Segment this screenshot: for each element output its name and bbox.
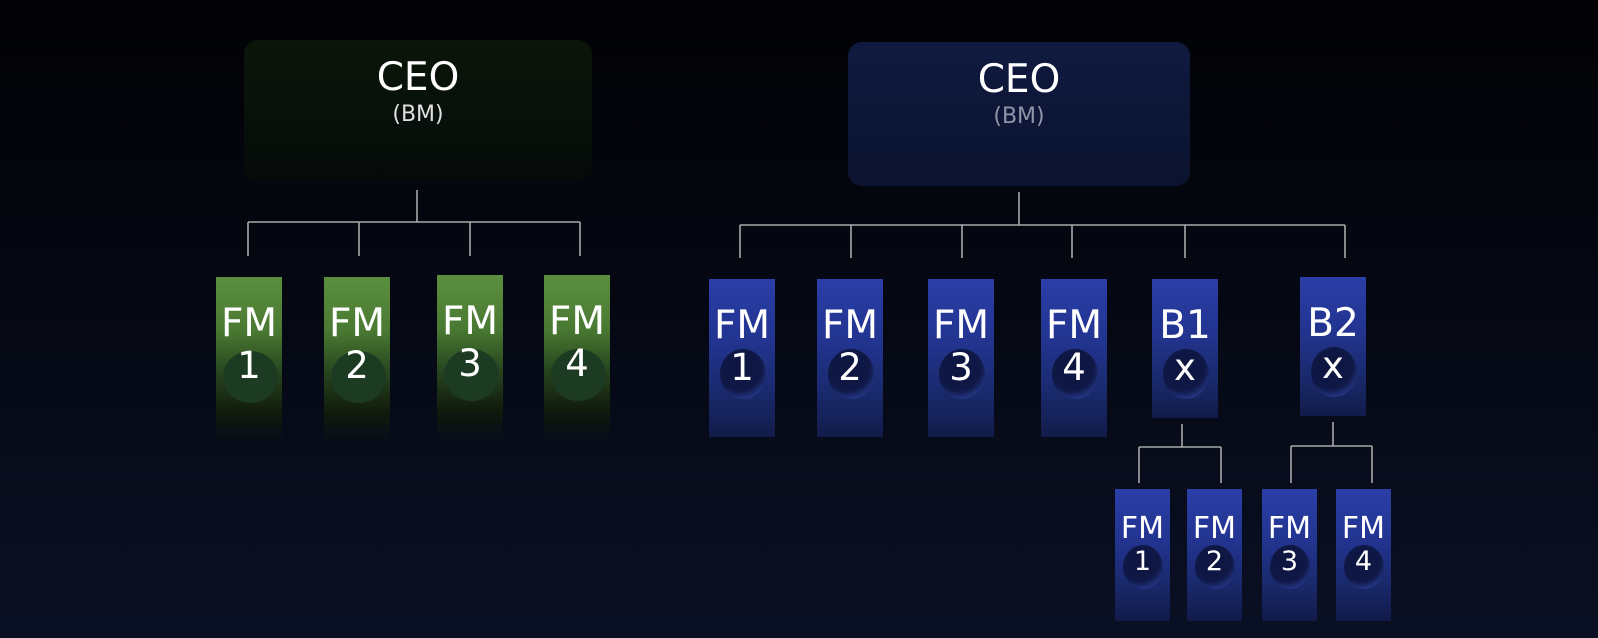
node-number: 3 <box>1280 546 1299 577</box>
node-number: 2 <box>838 346 862 389</box>
node-label: FM <box>548 299 606 344</box>
node-label: FM <box>220 301 278 346</box>
node-number: 2 <box>1205 546 1224 577</box>
node-number: x <box>1174 346 1196 389</box>
node-label: FM <box>441 299 499 344</box>
node-number: 3 <box>458 342 482 385</box>
left-node-fm3: FM 3 <box>437 275 503 441</box>
node-label: FM <box>1341 511 1386 546</box>
node-label: FM <box>1045 303 1103 348</box>
node-number: 3 <box>949 346 973 389</box>
node-label: FM <box>713 303 771 348</box>
node-label: FM <box>1267 511 1312 546</box>
node-label: FM <box>328 301 386 346</box>
node-label: FM <box>932 303 990 348</box>
node-number: 4 <box>1062 346 1086 389</box>
right-node-fm2: FM 2 <box>817 279 883 437</box>
right-node-b1: B1 x <box>1152 279 1218 418</box>
left-node-fm4: FM 4 <box>544 275 610 441</box>
left-node-fm2: FM 2 <box>324 277 390 443</box>
node-number: 2 <box>345 344 369 387</box>
right-node-b2: B2 x <box>1300 277 1366 416</box>
left-node-fm1: FM 1 <box>216 277 282 443</box>
b2-child-fm4: FM 4 <box>1336 489 1391 621</box>
node-label: B1 <box>1159 303 1211 348</box>
node-number: 1 <box>237 344 261 387</box>
node-label: FM <box>1192 511 1237 546</box>
b1-child-fm1: FM 1 <box>1115 489 1170 621</box>
b1-child-fm2: FM 2 <box>1187 489 1242 621</box>
node-label: FM <box>1120 511 1165 546</box>
right-node-fm1: FM 1 <box>709 279 775 437</box>
node-number: 4 <box>1354 546 1373 577</box>
node-number: 4 <box>565 342 589 385</box>
b2-child-fm3: FM 3 <box>1262 489 1317 621</box>
node-label: FM <box>821 303 879 348</box>
right-node-fm4: FM 4 <box>1041 279 1107 437</box>
node-label: B2 <box>1307 301 1359 346</box>
node-number: 1 <box>1133 546 1152 577</box>
right-node-fm3: FM 3 <box>928 279 994 437</box>
node-number: 1 <box>730 346 754 389</box>
node-number: x <box>1322 344 1344 387</box>
